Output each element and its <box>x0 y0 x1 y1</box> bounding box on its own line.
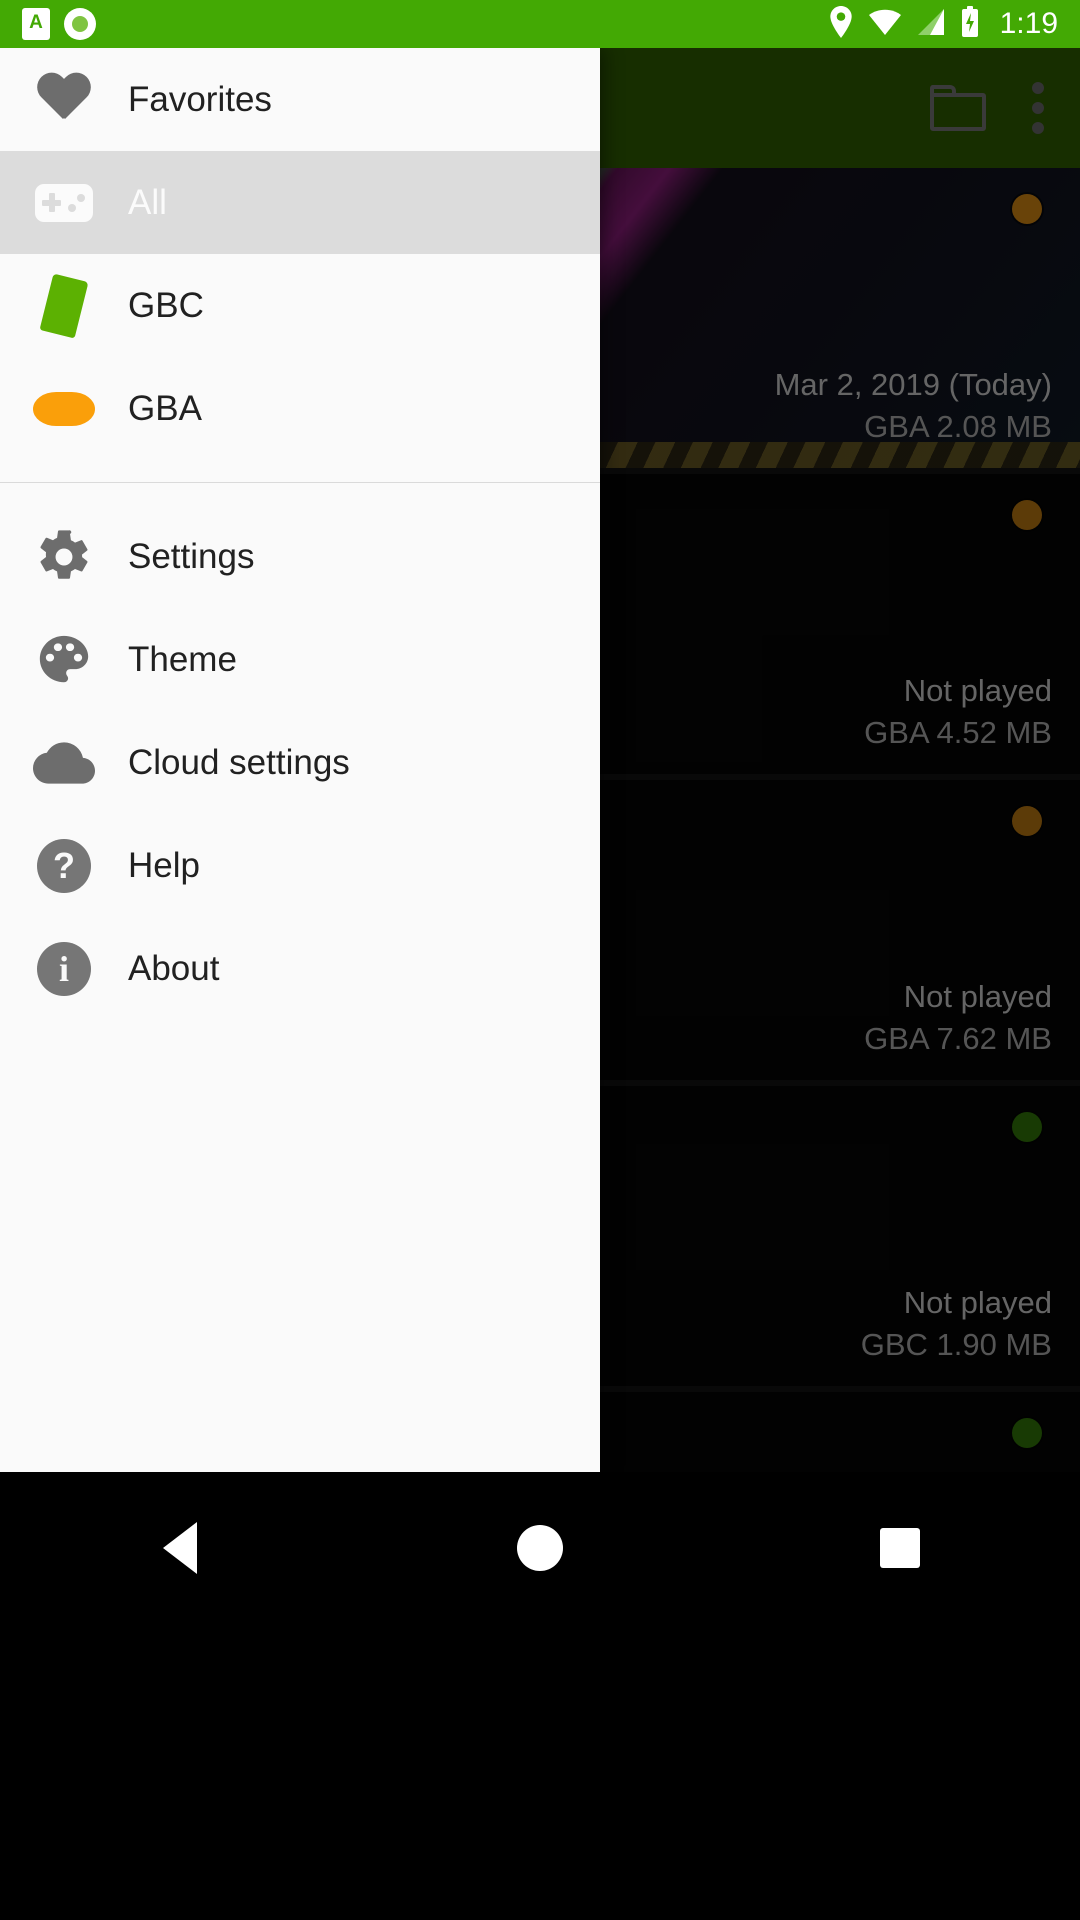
sidebar-item-label: Theme <box>128 639 237 679</box>
status-bar-notifications: A <box>22 8 96 40</box>
wifi-icon <box>868 7 902 42</box>
sidebar-item-cloud-settings[interactable]: Cloud settings <box>0 711 600 814</box>
help-circle-icon: ? <box>28 830 100 902</box>
sidebar-item-about[interactable]: i About <box>0 917 600 1020</box>
app-notification-icon: A <box>22 8 50 40</box>
sidebar-item-label: Help <box>128 845 200 885</box>
gba-console-icon <box>28 373 100 445</box>
cellular-signal-icon <box>916 7 946 42</box>
battery-charging-icon <box>960 5 980 43</box>
sidebar-item-gba[interactable]: GBA <box>0 357 600 460</box>
sidebar-item-favorites[interactable]: Favorites <box>0 48 600 151</box>
sidebar-item-label: GBC <box>128 285 204 325</box>
sidebar-item-theme[interactable]: Theme <box>0 608 600 711</box>
location-icon <box>828 5 854 43</box>
sidebar-item-label: GBA <box>128 388 202 428</box>
status-bar-clock: 1:19 <box>999 7 1058 40</box>
sidebar-item-all[interactable]: All <box>0 151 600 254</box>
sidebar-item-gbc[interactable]: GBC <box>0 254 600 357</box>
navigation-drawer[interactable]: Favorites All GBC GBA Settings Theme Clo… <box>0 48 600 1472</box>
gbc-cartridge-icon <box>28 270 100 342</box>
record-icon <box>64 8 96 40</box>
heart-icon <box>28 64 100 136</box>
sidebar-item-label: All <box>128 182 167 222</box>
sidebar-item-label: Settings <box>128 536 255 576</box>
sidebar-item-label: Favorites <box>128 79 272 119</box>
status-bar-system-icons: 1:19 <box>828 5 1058 43</box>
system-nav-bar <box>0 1472 1080 1920</box>
sidebar-item-settings[interactable]: Settings <box>0 505 600 608</box>
status-bar: A 1:19 <box>0 0 1080 48</box>
sidebar-item-label: About <box>128 948 220 988</box>
palette-icon <box>28 624 100 696</box>
info-circle-icon: i <box>28 933 100 1005</box>
cloud-icon <box>28 727 100 799</box>
home-nav-icon[interactable] <box>480 1508 600 1588</box>
drawer-divider <box>0 482 600 483</box>
recents-nav-icon[interactable] <box>840 1508 960 1588</box>
sidebar-item-label: Cloud settings <box>128 742 350 782</box>
sidebar-item-help[interactable]: ? Help <box>0 814 600 917</box>
gamepad-icon <box>28 167 100 239</box>
back-nav-icon[interactable] <box>120 1508 240 1588</box>
gear-icon <box>28 521 100 593</box>
